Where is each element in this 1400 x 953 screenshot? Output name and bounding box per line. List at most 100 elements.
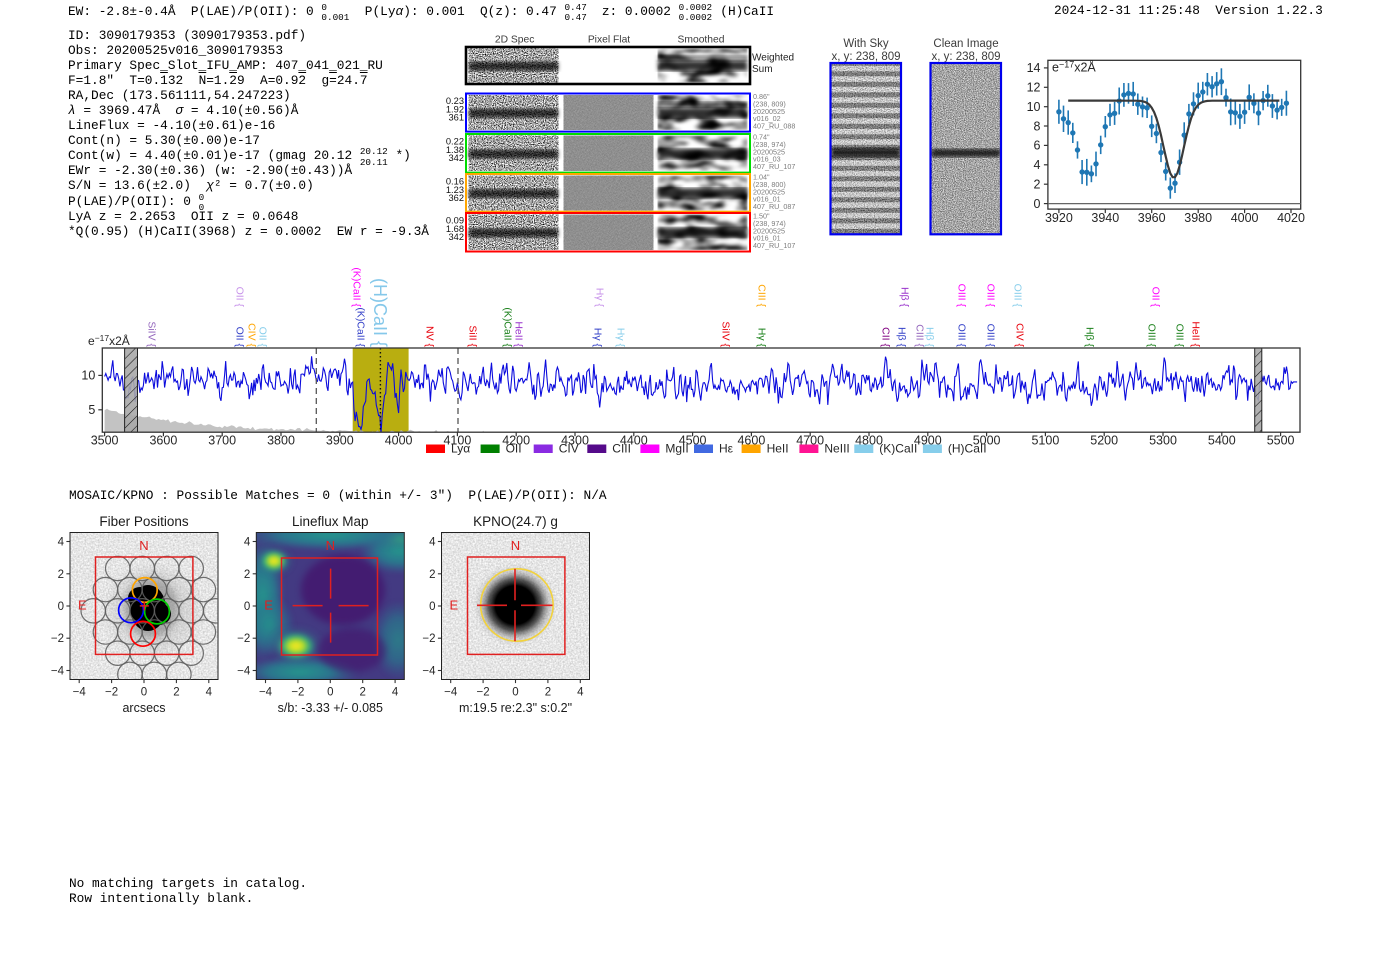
svg-text:(K)CaII {: (K)CaII { bbox=[351, 267, 363, 307]
svg-text:4000: 4000 bbox=[385, 434, 413, 448]
svg-text:Hγ {: Hγ { bbox=[594, 288, 606, 308]
svg-text:OII {: OII { bbox=[257, 327, 269, 348]
svg-text:−4: −4 bbox=[73, 687, 87, 699]
svg-text:5500: 5500 bbox=[1267, 434, 1295, 448]
svg-text:Hγ {: Hγ { bbox=[756, 328, 768, 348]
svg-text:407_RU_107: 407_RU_107 bbox=[753, 241, 795, 250]
svg-text:Weighted: Weighted bbox=[752, 53, 794, 64]
svg-text:Hγ {: Hγ { bbox=[615, 328, 627, 348]
svg-text:3940: 3940 bbox=[1091, 211, 1119, 225]
svg-text:arcsecs: arcsecs bbox=[122, 701, 165, 715]
svg-text:N: N bbox=[139, 538, 148, 553]
svg-text:x, y: 238, 809: x, y: 238, 809 bbox=[931, 51, 1000, 63]
svg-text:e−17x2Å: e−17x2Å bbox=[88, 333, 130, 348]
svg-text:3960: 3960 bbox=[1138, 211, 1166, 225]
svg-text:(K)CaII {: (K)CaII { bbox=[502, 307, 514, 347]
svg-text:4: 4 bbox=[244, 537, 251, 549]
svg-text:0: 0 bbox=[141, 687, 147, 699]
svg-text:CIV {: CIV { bbox=[246, 323, 258, 347]
svg-text:CIII {: CIII { bbox=[756, 284, 768, 307]
svg-text:CIV: CIV bbox=[559, 442, 579, 456]
svg-text:0: 0 bbox=[327, 687, 333, 699]
svg-text:−2: −2 bbox=[237, 633, 250, 645]
svg-text:3920: 3920 bbox=[1045, 211, 1073, 225]
svg-text:0: 0 bbox=[512, 687, 518, 699]
svg-text:Pixel Flat: Pixel Flat bbox=[588, 35, 630, 46]
svg-text:SiIV {: SiIV { bbox=[720, 321, 732, 347]
svg-text:Hβ {: Hβ { bbox=[899, 287, 911, 308]
svg-text:Hβ {: Hβ { bbox=[896, 327, 908, 348]
svg-text:0: 0 bbox=[429, 601, 435, 613]
svg-text:14: 14 bbox=[1027, 61, 1041, 75]
svg-text:Lyα: Lyα bbox=[451, 442, 470, 456]
svg-text:4020: 4020 bbox=[1277, 211, 1305, 225]
svg-text:(K)CaII: (K)CaII bbox=[879, 442, 917, 456]
svg-text:5100: 5100 bbox=[1031, 434, 1059, 448]
svg-text:OIII {: OIII { bbox=[956, 284, 968, 308]
svg-text:8: 8 bbox=[1034, 119, 1041, 133]
svg-text:2: 2 bbox=[244, 569, 250, 581]
svg-text:CII {: CII { bbox=[880, 327, 892, 347]
svg-text:KPNO(24.7) g: KPNO(24.7) g bbox=[473, 514, 558, 529]
svg-text:−4: −4 bbox=[422, 666, 436, 678]
svg-text:SiII {: SiII { bbox=[467, 325, 479, 347]
svg-text:342: 342 bbox=[448, 232, 464, 242]
svg-text:2: 2 bbox=[429, 569, 435, 581]
svg-text:−2: −2 bbox=[291, 687, 304, 699]
svg-text:3900: 3900 bbox=[326, 434, 354, 448]
svg-text:−4: −4 bbox=[259, 687, 273, 699]
svg-text:361: 361 bbox=[448, 113, 464, 123]
svg-text:5300: 5300 bbox=[1149, 434, 1177, 448]
svg-text:Fiber Positions: Fiber Positions bbox=[99, 514, 189, 529]
svg-text:NV {: NV { bbox=[424, 326, 436, 348]
svg-text:OII: OII bbox=[506, 442, 522, 456]
svg-text:Hγ {: Hγ { bbox=[592, 328, 604, 348]
svg-text:Smoothed: Smoothed bbox=[678, 35, 725, 46]
svg-text:E: E bbox=[450, 598, 459, 613]
svg-text:(H)CaII: (H)CaII bbox=[948, 442, 987, 456]
svg-text:NeIII: NeIII bbox=[824, 442, 849, 456]
svg-text:−4: −4 bbox=[237, 666, 251, 678]
svg-text:OIII {: OIII { bbox=[985, 324, 997, 348]
svg-text:5200: 5200 bbox=[1090, 434, 1118, 448]
svg-text:OIII {: OIII { bbox=[985, 284, 997, 308]
svg-text:4: 4 bbox=[1034, 158, 1041, 172]
svg-text:0: 0 bbox=[244, 601, 250, 613]
svg-text:e−17x2Å: e−17x2Å bbox=[1052, 60, 1096, 75]
svg-text:3980: 3980 bbox=[1184, 211, 1212, 225]
svg-text:m:19.5 re:2.3" s:0.2": m:19.5 re:2.3" s:0.2" bbox=[459, 701, 572, 715]
svg-text:3500: 3500 bbox=[91, 434, 119, 448]
svg-text:−2: −2 bbox=[51, 633, 64, 645]
svg-text:342: 342 bbox=[448, 153, 464, 163]
svg-text:4000: 4000 bbox=[1231, 211, 1259, 225]
svg-text:HeII {: HeII { bbox=[1190, 321, 1202, 347]
svg-text:(H)CaII {: (H)CaII { bbox=[370, 278, 390, 347]
svg-text:Clean Image: Clean Image bbox=[933, 38, 998, 50]
svg-text:(K)CaII {: (K)CaII { bbox=[355, 307, 367, 347]
svg-text:0: 0 bbox=[58, 601, 64, 613]
svg-text:−4: −4 bbox=[444, 687, 458, 699]
svg-text:HeII {: HeII { bbox=[513, 321, 525, 347]
svg-text:OIII {: OIII { bbox=[1012, 284, 1024, 308]
svg-text:362: 362 bbox=[448, 193, 464, 203]
svg-text:N: N bbox=[326, 538, 335, 553]
svg-text:E: E bbox=[264, 598, 273, 613]
svg-text:4: 4 bbox=[577, 687, 584, 699]
svg-text:s/b: -3.33 +/- 0.085: s/b: -3.33 +/- 0.085 bbox=[278, 701, 383, 715]
svg-text:SiIV {: SiIV { bbox=[146, 321, 158, 347]
svg-text:−4: −4 bbox=[51, 666, 65, 678]
svg-text:0: 0 bbox=[1034, 197, 1041, 211]
svg-text:10: 10 bbox=[1027, 100, 1041, 114]
svg-text:With Sky: With Sky bbox=[843, 38, 889, 50]
svg-text:5400: 5400 bbox=[1208, 434, 1236, 448]
svg-text:2: 2 bbox=[1034, 178, 1041, 192]
svg-text:3600: 3600 bbox=[149, 434, 177, 448]
svg-text:MgII: MgII bbox=[665, 442, 688, 456]
svg-text:OIII {: OIII { bbox=[1174, 324, 1186, 348]
svg-text:4: 4 bbox=[206, 687, 213, 699]
svg-text:407_RU_088: 407_RU_088 bbox=[753, 122, 795, 131]
svg-text:CIII: CIII bbox=[612, 442, 631, 456]
svg-text:HeII: HeII bbox=[767, 442, 789, 456]
svg-text:3700: 3700 bbox=[208, 434, 236, 448]
svg-text:Lineflux Map: Lineflux Map bbox=[292, 514, 369, 529]
